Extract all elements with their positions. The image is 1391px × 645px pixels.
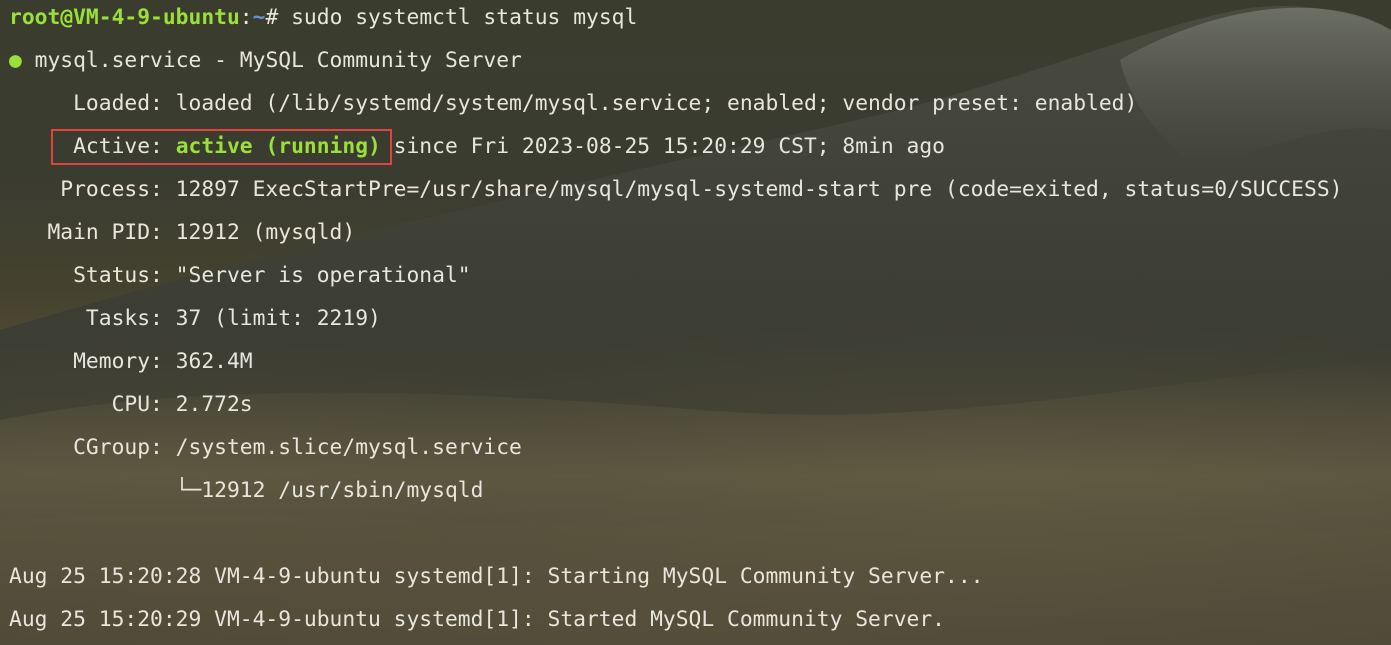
- cgroup-child-line: └─12912 /usr/sbin/mysqld: [9, 478, 484, 503]
- main-pid-line: Main PID: 12912 (mysqld): [9, 220, 356, 245]
- prompt-symbol: #: [265, 5, 292, 30]
- active-since: since Fri 2023-08-25 15:20:29 CST; 8min …: [380, 134, 946, 159]
- log-line: Aug 25 15:20:29 VM-4-9-ubuntu systemd[1]…: [9, 607, 945, 632]
- loaded-line: Loaded: loaded (/lib/systemd/system/mysq…: [9, 91, 1138, 116]
- tasks-line: Tasks: 37 (limit: 2219): [9, 306, 381, 331]
- prompt-path: ~: [252, 5, 266, 30]
- log-line: Aug 25 15:20:28 VM-4-9-ubuntu systemd[1]…: [9, 564, 984, 589]
- service-title-line: ● mysql.service - MySQL Community Server: [9, 46, 522, 76]
- command-text: sudo systemctl status mysql: [291, 5, 638, 30]
- process-line: Process: 12897 ExecStartPre=/usr/share/m…: [9, 177, 1343, 202]
- cpu-line: CPU: 2.772s: [9, 392, 253, 417]
- prompt-user-host: root@VM-4-9-ubuntu: [9, 5, 240, 30]
- active-highlight-box: [51, 129, 392, 165]
- memory-line: Memory: 362.4M: [9, 349, 253, 374]
- status-line: Status: "Server is operational": [9, 263, 471, 288]
- terminal-output[interactable]: root@VM-4-9-ubuntu:~# sudo systemctl sta…: [9, 0, 1391, 645]
- service-name: mysql.service - MySQL Community Server: [21, 48, 522, 73]
- cgroup-line: CGroup: /system.slice/mysql.service: [9, 435, 522, 460]
- prompt-separator: :: [239, 5, 253, 30]
- status-dot-icon: ●: [9, 48, 22, 73]
- prompt-line: root@VM-4-9-ubuntu:~# sudo systemctl sta…: [9, 3, 637, 33]
